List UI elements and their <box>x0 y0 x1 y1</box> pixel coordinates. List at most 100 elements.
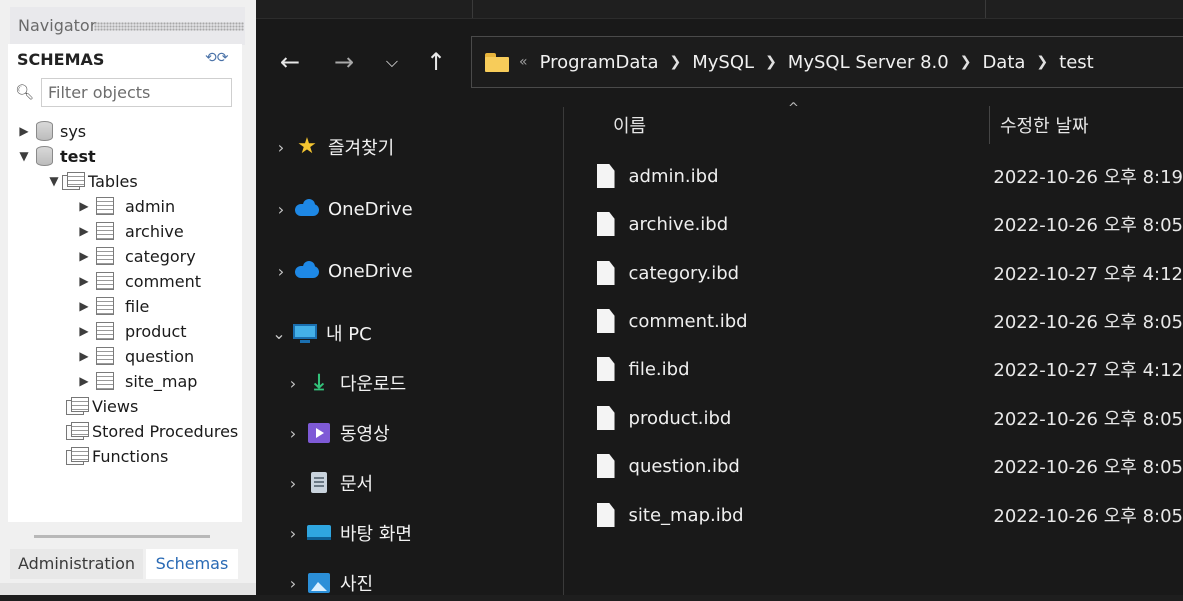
views-folder[interactable]: Views <box>66 394 138 418</box>
column-divider[interactable] <box>989 106 990 144</box>
panel-splitter[interactable] <box>34 535 210 538</box>
chevron-down-icon[interactable]: ⌵ <box>378 47 406 77</box>
nav-item-documents[interactable]: › 문서 <box>284 465 373 501</box>
address-bar[interactable]: « ProgramData ❯ MySQL ❯ MySQL Server 8.0… <box>471 36 1183 88</box>
file-name: question.ibd <box>628 455 740 477</box>
nav-item-pictures[interactable]: › 사진 <box>284 565 373 601</box>
nav-item-favorites[interactable]: › ★ 즐겨찾기 <box>272 129 394 165</box>
schema-sys[interactable]: ▶ sys <box>16 119 86 143</box>
nav-item-downloads[interactable]: › ⤓ 다운로드 <box>284 365 406 401</box>
table-item-file[interactable]: ▶ file <box>76 294 149 318</box>
folder-icon <box>62 172 85 190</box>
column-header-name[interactable]: 이름 <box>613 112 646 138</box>
table-label: comment <box>125 271 202 291</box>
file-modified-date: 2022-10-26 오후 8:05 <box>993 506 1183 527</box>
table-label: question <box>125 346 195 366</box>
file-row[interactable]: admin.ibd 2022-10-26 오후 8:19 <box>586 156 1183 196</box>
file-name: site_map.ibd <box>628 504 744 526</box>
collapse-arrow-icon[interactable]: ▼ <box>46 174 62 188</box>
chevron-right-icon[interactable]: › <box>284 574 302 593</box>
table-item-product[interactable]: ▶ product <box>76 319 186 343</box>
stored-procedures-folder[interactable]: Stored Procedures <box>66 419 238 443</box>
table-label: archive <box>125 221 184 241</box>
forward-arrow-icon[interactable]: → <box>330 47 358 77</box>
filter-objects-input[interactable] <box>41 78 232 107</box>
file-name: admin.ibd <box>628 165 719 187</box>
table-item-site-map[interactable]: ▶ site_map <box>76 369 197 393</box>
chevron-right-icon[interactable]: › <box>272 262 290 281</box>
table-item-question[interactable]: ▶ question <box>76 344 194 368</box>
up-arrow-icon[interactable]: ↑ <box>422 47 450 77</box>
nav-item-label: OneDrive <box>328 260 413 282</box>
breadcrumb-programdata[interactable]: ProgramData <box>540 52 659 73</box>
nav-item-onedrive[interactable]: › OneDrive <box>272 191 413 227</box>
nav-item-desktop[interactable]: › 바탕 화면 <box>284 515 412 551</box>
file-row[interactable]: comment.ibd 2022-10-26 오후 8:05 <box>586 301 1183 341</box>
file-icon <box>597 503 615 527</box>
nav-item-label: 사진 <box>340 574 374 595</box>
tab-schemas[interactable]: Schemas <box>146 549 238 579</box>
file-row[interactable]: site_map.ibd 2022-10-26 오후 8:05 <box>586 495 1183 535</box>
column-header-modified[interactable]: 수정한 날짜 <box>1000 112 1089 138</box>
chevron-right-icon[interactable]: › <box>284 474 302 493</box>
expand-arrow-icon[interactable]: ▶ <box>76 374 92 388</box>
folder-label: Views <box>92 396 139 416</box>
pane-divider[interactable] <box>563 107 564 595</box>
expand-arrow-icon[interactable]: ▶ <box>76 199 92 213</box>
breadcrumb-data[interactable]: Data <box>982 52 1025 73</box>
chevron-right-icon[interactable]: ❯ <box>1036 54 1048 70</box>
nav-item-onedrive-2[interactable]: › OneDrive <box>272 253 413 289</box>
refresh-icon[interactable]: ⟲⟳ <box>205 50 228 66</box>
file-row[interactable]: product.ibd 2022-10-26 오후 8:05 <box>586 398 1183 438</box>
chevron-right-icon[interactable]: › <box>284 374 302 393</box>
folder-icon <box>66 397 89 415</box>
chevron-right-icon[interactable]: › <box>284 524 302 543</box>
tables-folder[interactable]: ▼ Tables <box>46 169 137 193</box>
functions-folder[interactable]: Functions <box>66 444 168 468</box>
chevron-right-icon[interactable]: › <box>272 200 290 219</box>
file-row[interactable]: category.ibd 2022-10-27 오후 4:12 <box>586 253 1183 293</box>
computer-icon <box>292 320 318 346</box>
table-item-category[interactable]: ▶ category <box>76 244 195 268</box>
breadcrumb-test[interactable]: test <box>1059 52 1094 73</box>
chevron-down-icon[interactable]: ⌄ <box>270 324 288 343</box>
expand-arrow-icon[interactable]: ▶ <box>76 224 92 238</box>
table-item-admin[interactable]: ▶ admin <box>76 194 175 218</box>
nav-item-videos[interactable]: › 동영상 <box>284 415 390 451</box>
chevron-right-icon[interactable]: ❯ <box>765 54 777 70</box>
tab-administration[interactable]: Administration <box>10 549 143 579</box>
folder-icon <box>66 422 89 440</box>
breadcrumb-mysql-server[interactable]: MySQL Server 8.0 <box>788 52 949 73</box>
file-row[interactable]: archive.ibd 2022-10-26 오후 8:05 <box>586 204 1183 244</box>
chevron-right-icon[interactable]: ❯ <box>960 54 972 70</box>
file-row[interactable]: question.ibd 2022-10-26 오후 8:05 <box>586 446 1183 486</box>
panel-grip[interactable] <box>94 22 244 31</box>
chevron-right-icon[interactable]: › <box>284 424 302 443</box>
expand-arrow-icon[interactable]: ▶ <box>76 324 92 338</box>
expand-arrow-icon[interactable]: ▶ <box>76 274 92 288</box>
chevron-right-icon[interactable]: ❯ <box>670 54 682 70</box>
breadcrumb-mysql[interactable]: MySQL <box>692 52 754 73</box>
file-row[interactable]: file.ibd 2022-10-27 오후 4:12 <box>586 349 1183 389</box>
file-icon <box>597 406 615 430</box>
chevron-right-icon[interactable]: › <box>272 138 290 157</box>
table-item-comment[interactable]: ▶ comment <box>76 269 201 293</box>
nav-item-this-pc[interactable]: ⌄ 내 PC <box>270 315 371 351</box>
table-icon <box>96 272 114 290</box>
file-name: category.ibd <box>628 262 740 284</box>
file-icon <box>597 309 615 333</box>
star-icon: ★ <box>297 134 317 159</box>
expand-arrow-icon[interactable]: ▶ <box>16 124 32 138</box>
expand-arrow-icon[interactable]: ▶ <box>76 349 92 363</box>
divider <box>472 0 473 18</box>
video-icon <box>306 420 332 446</box>
expand-arrow-icon[interactable]: ▶ <box>76 249 92 263</box>
document-icon <box>306 470 332 496</box>
table-item-archive[interactable]: ▶ archive <box>76 219 184 243</box>
table-icon <box>96 197 114 215</box>
collapse-arrow-icon[interactable]: ▼ <box>16 149 32 163</box>
schema-test[interactable]: ▼ test <box>16 144 96 168</box>
breadcrumb-overflow-icon[interactable]: « <box>519 54 528 70</box>
back-arrow-icon[interactable]: ← <box>276 47 304 77</box>
expand-arrow-icon[interactable]: ▶ <box>76 299 92 313</box>
